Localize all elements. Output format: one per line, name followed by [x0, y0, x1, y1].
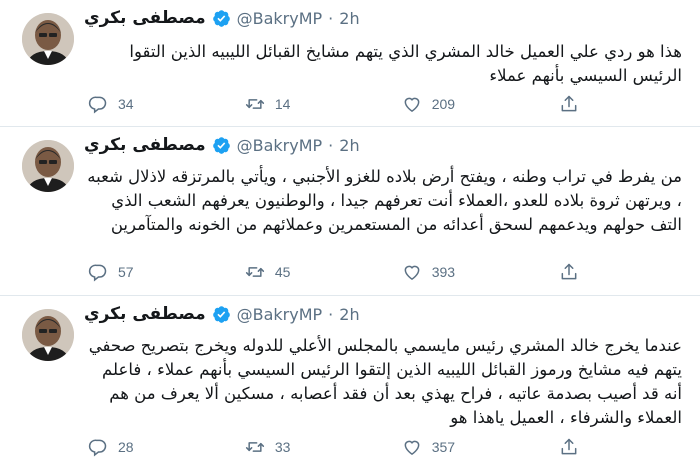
- share-button[interactable]: [559, 437, 588, 457]
- retweet-button[interactable]: 14: [245, 94, 402, 114]
- tweet[interactable]: مصطفى بكري @BakryMP · 2h من يفرط في تراب…: [0, 127, 700, 296]
- tweet-header: مصطفى بكري @BakryMP · 2h: [84, 8, 360, 28]
- share-icon: [559, 262, 579, 282]
- reply-icon: [88, 94, 108, 114]
- profile-photo: [22, 13, 74, 65]
- profile-photo: [22, 140, 74, 192]
- reply-icon: [88, 262, 108, 282]
- like-count: 357: [431, 439, 456, 455]
- like-button[interactable]: 393: [402, 262, 559, 282]
- profile-photo: [22, 309, 74, 361]
- verified-badge-icon: [212, 136, 231, 155]
- retweet-button[interactable]: 33: [245, 437, 402, 457]
- tweet[interactable]: مصطفى بكري @BakryMP · 2h عندما يخرج خالد…: [0, 296, 700, 474]
- retweet-count: 33: [274, 439, 291, 455]
- timestamp[interactable]: 2h: [339, 136, 359, 155]
- author-name[interactable]: مصطفى بكري: [84, 8, 206, 28]
- retweet-icon: [245, 94, 265, 114]
- author-handle[interactable]: @BakryMP: [237, 305, 323, 324]
- retweet-count: 14: [274, 96, 291, 112]
- tweet-actions: 57 45 393: [88, 262, 588, 282]
- separator: ·: [328, 135, 334, 155]
- retweet-count: 45: [274, 264, 291, 280]
- avatar[interactable]: [22, 309, 74, 361]
- share-button[interactable]: [559, 262, 588, 282]
- tweet-text: هذا هو ردي علي العميل خالد المشري الذي ي…: [129, 42, 682, 85]
- retweet-button[interactable]: 45: [245, 262, 402, 282]
- share-icon: [559, 94, 579, 114]
- reply-count: 34: [118, 96, 134, 112]
- retweet-icon: [245, 437, 265, 457]
- author-handle[interactable]: @BakryMP: [237, 136, 323, 155]
- tweet-header: مصطفى بكري @BakryMP · 2h: [84, 135, 360, 155]
- timeline: مصطفى بكري @BakryMP · 2h هذا هو ردي علي …: [0, 0, 700, 474]
- author-name[interactable]: مصطفى بكري: [84, 304, 206, 324]
- like-count: 209: [431, 96, 456, 112]
- like-button[interactable]: 209: [402, 94, 559, 114]
- tweet-header: مصطفى بكري @BakryMP · 2h: [84, 304, 360, 324]
- like-count: 393: [431, 264, 456, 280]
- tweet-text: من يفرط في تراب وطنه ، ويفتح أرض بلاده ل…: [87, 167, 682, 234]
- like-icon: [402, 262, 422, 282]
- verified-badge-icon: [212, 9, 231, 28]
- like-icon: [402, 94, 422, 114]
- tweet-text: عندما يخرج خالد المشري رئيس مايسمي بالمج…: [88, 336, 682, 427]
- reply-button[interactable]: 57: [88, 262, 245, 282]
- separator: ·: [328, 8, 334, 28]
- author-handle[interactable]: @BakryMP: [237, 9, 323, 28]
- author-name[interactable]: مصطفى بكري: [84, 135, 206, 155]
- retweet-icon: [245, 262, 265, 282]
- reply-count: 57: [118, 264, 134, 280]
- share-icon: [559, 437, 579, 457]
- like-icon: [402, 437, 422, 457]
- tweet-actions: 28 33 357: [88, 437, 588, 457]
- reply-icon: [88, 437, 108, 457]
- timestamp[interactable]: 2h: [339, 9, 359, 28]
- avatar[interactable]: [22, 140, 74, 192]
- share-button[interactable]: [559, 94, 588, 114]
- reply-count: 28: [118, 439, 134, 455]
- reply-button[interactable]: 28: [88, 437, 245, 457]
- tweet-actions: 34 14 209: [88, 94, 588, 114]
- avatar[interactable]: [22, 13, 74, 65]
- tweet[interactable]: مصطفى بكري @BakryMP · 2h هذا هو ردي علي …: [0, 0, 700, 127]
- separator: ·: [328, 304, 334, 324]
- verified-badge-icon: [212, 305, 231, 324]
- timestamp[interactable]: 2h: [339, 305, 359, 324]
- reply-button[interactable]: 34: [88, 94, 245, 114]
- like-button[interactable]: 357: [402, 437, 559, 457]
